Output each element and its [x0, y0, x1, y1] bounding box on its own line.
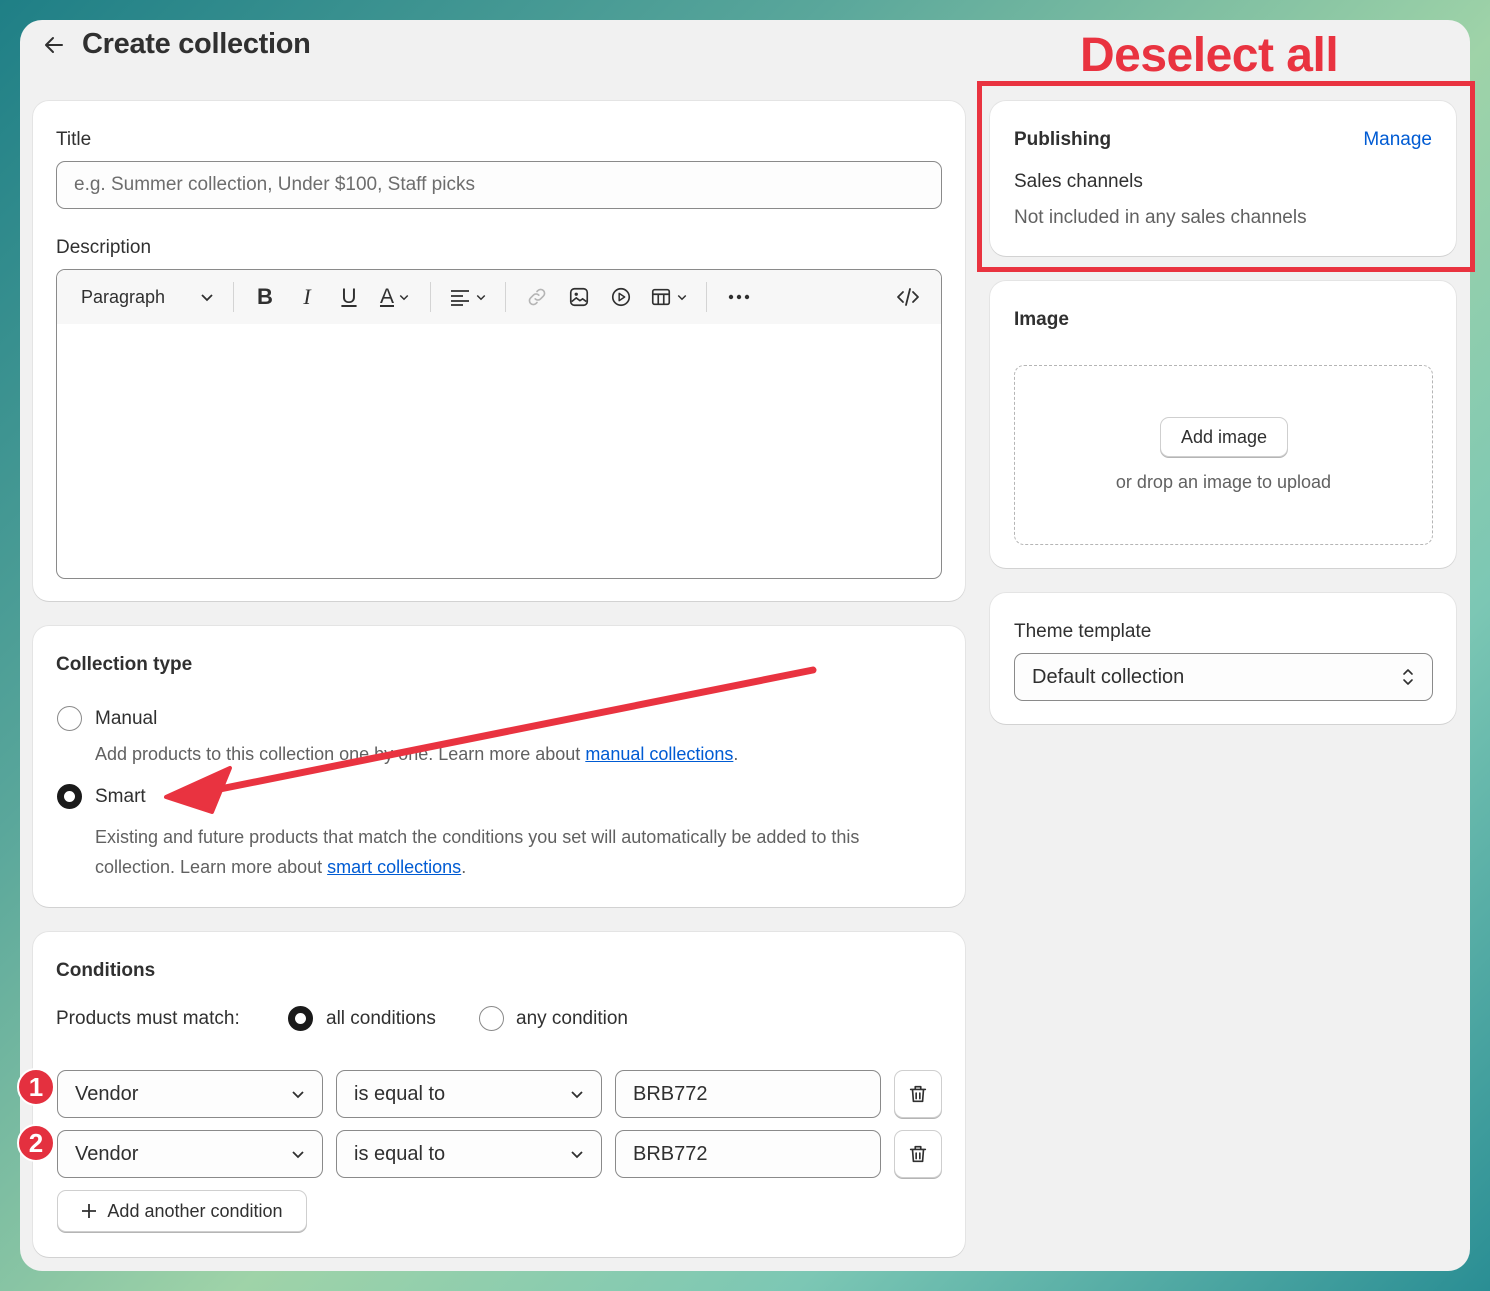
trash-icon [909, 1085, 927, 1103]
table-icon[interactable] [642, 277, 696, 317]
theme-template-value: Default collection [1032, 665, 1185, 688]
image-icon[interactable] [558, 277, 600, 317]
condition-field-value: Vendor [75, 1082, 139, 1105]
condition-value-input[interactable] [615, 1070, 881, 1118]
manual-help-suffix: . [733, 744, 739, 764]
smart-help-prefix: collection. Learn more about [95, 857, 328, 877]
page-header: Create collection [40, 28, 311, 61]
condition-operator-value: is equal to [354, 1142, 446, 1165]
editor-content-area[interactable] [57, 324, 941, 578]
match-label: Products must match: [56, 1008, 240, 1029]
link-icon[interactable] [516, 277, 558, 317]
image-dropzone[interactable]: Add image or drop an image to upload [1014, 365, 1433, 545]
image-card: Image Add image or drop an image to uplo… [990, 281, 1456, 568]
description-label: Description [56, 237, 152, 258]
manual-help-text: Add products to this collection one by o… [95, 744, 738, 765]
chevron-down-icon [292, 1091, 304, 1099]
collection-type-heading: Collection type [56, 654, 193, 675]
toolbar-divider [233, 282, 234, 312]
condition-operator-select[interactable]: is equal to [336, 1070, 602, 1118]
smart-help-line2: collection. Learn more about smart colle… [95, 852, 859, 882]
delete-condition-button[interactable] [894, 1070, 942, 1118]
add-image-label: Add image [1180, 426, 1268, 447]
condition-number-badge: 1 [17, 1068, 55, 1106]
theme-template-card: Theme template Default collection [990, 593, 1456, 724]
page-title: Create collection [82, 28, 311, 60]
manual-help-prefix: Add products to this collection one by o… [95, 744, 586, 764]
condition-field-value: Vendor [75, 1142, 139, 1165]
title-label: Title [56, 129, 92, 150]
code-view-icon[interactable] [887, 277, 929, 317]
chevron-down-icon [201, 294, 213, 302]
paragraph-format-label: Paragraph [81, 286, 166, 307]
annotation-label: Deselect all [1080, 29, 1339, 82]
chevron-down-icon [292, 1151, 304, 1159]
underline-icon[interactable]: U [328, 277, 370, 317]
manual-collections-link[interactable]: manual collections [585, 744, 733, 764]
condition-operator-select[interactable]: is equal to [336, 1130, 602, 1178]
title-description-card: Title Description Paragraph B I U A [33, 101, 965, 601]
editor-toolbar: Paragraph B I U A [57, 270, 941, 324]
smart-help-text: Existing and future products that match … [95, 822, 859, 882]
text-color-icon[interactable]: A [370, 277, 420, 317]
delete-condition-button[interactable] [894, 1130, 942, 1178]
sales-channels-label: Sales channels [1014, 171, 1143, 192]
add-image-button[interactable]: Add image [1160, 417, 1288, 457]
condition-operator-value: is equal to [354, 1082, 446, 1105]
toolbar-divider [430, 282, 431, 312]
trash-icon [909, 1145, 927, 1163]
conditions-heading: Conditions [56, 960, 156, 981]
video-icon[interactable] [600, 277, 642, 317]
add-condition-button[interactable]: Add another condition [57, 1190, 307, 1232]
sales-channels-status: Not included in any sales channels [1014, 207, 1307, 228]
any-condition-label[interactable]: any condition [516, 1008, 628, 1030]
description-editor: Paragraph B I U A [56, 269, 942, 579]
title-input[interactable] [56, 161, 942, 209]
conditions-card: Conditions Products must match: all cond… [33, 932, 965, 1257]
paragraph-format-dropdown[interactable]: Paragraph [73, 277, 223, 317]
chevron-down-icon [571, 1151, 583, 1159]
chevron-down-icon [571, 1091, 583, 1099]
italic-icon[interactable]: I [286, 277, 328, 317]
toolbar-divider [505, 282, 506, 312]
more-options-icon[interactable] [717, 277, 761, 317]
condition-value-input[interactable] [615, 1130, 881, 1178]
publishing-card: Publishing Manage Sales channels Not inc… [990, 101, 1456, 256]
smart-radio[interactable] [57, 784, 82, 809]
image-heading: Image [1014, 309, 1069, 330]
manage-link[interactable]: Manage [1363, 129, 1432, 151]
manual-label[interactable]: Manual [95, 708, 157, 730]
collection-type-card: Collection type Manual Add products to t… [33, 626, 965, 907]
plus-icon [82, 1204, 97, 1218]
theme-template-select[interactable]: Default collection [1014, 653, 1433, 701]
theme-template-label: Theme template [1014, 621, 1152, 642]
smart-label[interactable]: Smart [95, 786, 146, 808]
toolbar-divider [706, 282, 707, 312]
all-conditions-label[interactable]: all conditions [326, 1008, 436, 1030]
smart-collections-link[interactable]: smart collections [327, 857, 461, 877]
condition-field-select[interactable]: Vendor [57, 1130, 323, 1178]
app-window: Create collection Title Description Para… [20, 20, 1470, 1271]
select-arrows-icon [1403, 669, 1413, 685]
smart-help-line1: Existing and future products that match … [95, 827, 860, 847]
publishing-heading: Publishing [1014, 129, 1112, 150]
add-condition-label: Add another condition [107, 1200, 283, 1221]
manual-radio[interactable] [57, 706, 82, 731]
all-conditions-radio[interactable] [288, 1006, 313, 1031]
smart-help-suffix: . [461, 857, 467, 877]
bold-icon[interactable]: B [244, 277, 286, 317]
drop-hint: or drop an image to upload [1115, 472, 1332, 492]
back-arrow-icon[interactable] [40, 31, 68, 59]
condition-field-select[interactable]: Vendor [57, 1070, 323, 1118]
align-left-icon[interactable] [441, 277, 495, 317]
any-condition-radio[interactable] [479, 1006, 504, 1031]
condition-number-badge: 2 [17, 1124, 55, 1162]
